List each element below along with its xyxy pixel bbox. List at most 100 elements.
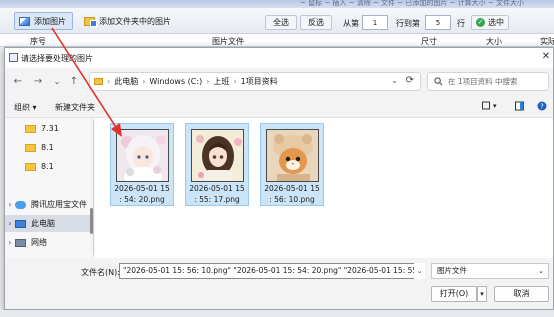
file-name: 2026-05-01 15 : 56: 10.png (264, 184, 320, 204)
breadcrumb-separator: › (142, 77, 146, 86)
expand-chevron-icon[interactable]: › (5, 219, 15, 228)
folder-icon (25, 124, 36, 133)
up-arrow-icon[interactable]: ↑ (67, 75, 81, 89)
navigation-pane: 7.31 8.1 8.1 › 腾讯应用宝文件 › 此电脑 › 网络 (5, 118, 90, 258)
folder-image-icon (84, 16, 97, 27)
column-size: 大小 (486, 37, 502, 46)
tree-item-network[interactable]: › 网络 (5, 234, 90, 251)
folder-icon (25, 143, 36, 152)
address-dropdown-chevron-icon[interactable]: ⌄ (391, 76, 398, 85)
file-item[interactable]: 2026-05-01 15 : 55: 17.png (185, 123, 249, 206)
expand-chevron-icon[interactable]: › (5, 200, 15, 209)
to-row-input[interactable]: 5 (425, 15, 451, 30)
search-placeholder: 在 1项目资料 中搜索 (448, 77, 518, 86)
search-box[interactable]: 在 1项目资料 中搜索 (427, 72, 549, 91)
add-image-button[interactable]: 添加图片 (14, 12, 73, 30)
back-arrow-icon[interactable]: ← (11, 75, 25, 89)
file-item[interactable]: 2026-05-01 15 : 54: 20.png (110, 123, 174, 206)
address-bar[interactable]: › 此电脑 › Windows (C:) › 上班 › 1项目资料 ⌄ ⟳ (89, 72, 421, 91)
open-file-dialog: 请选择要处理的图片 ✕ ← → ⌄ ↑ › 此电脑 › Windows (C:)… (4, 47, 554, 310)
search-icon (434, 77, 443, 86)
view-options-chevron-icon[interactable]: ▾ (493, 102, 497, 110)
top-strip: ~ 鼠标 ~ 插入 ~ 清除 ~ 文件 ~ 已添加的图片 ~ 计算大小 ~ 文件… (0, 0, 554, 8)
open-options-dropdown-icon[interactable]: ▾ (477, 286, 487, 302)
tree-item-folder[interactable]: 8.1 (5, 139, 90, 156)
to-row-label: 行到第 (396, 19, 420, 28)
folder-icon (25, 162, 36, 171)
open-button[interactable]: 打开(O) (431, 286, 477, 302)
tree-item-label: 8.1 (41, 162, 54, 171)
file-thumbnail (116, 129, 169, 182)
preview-pane-icon[interactable] (515, 101, 525, 111)
view-options-icon[interactable] (482, 101, 492, 111)
breadcrumb-separator: › (206, 77, 210, 86)
svg-text:?: ? (540, 103, 544, 111)
tree-item-tencent-app-files[interactable]: › 腾讯应用宝文件 (5, 196, 90, 213)
navigation-bar: ← → ⌄ ↑ › 此电脑 › Windows (C:) › 上班 › 1项目资… (5, 68, 553, 96)
help-icon[interactable]: ? (537, 101, 547, 111)
file-name: 2026-05-01 15 : 54: 20.png (114, 184, 170, 204)
column-actual: 实际 (540, 37, 554, 46)
tree-item-label: 8.1 (41, 143, 54, 152)
close-button[interactable]: ✕ (539, 50, 553, 64)
tree-item-label: 腾讯应用宝文件 (31, 200, 87, 209)
file-thumbnail (191, 129, 244, 182)
column-dimensions: 尺寸 (421, 37, 437, 46)
top-strip-text: ~ 鼠标 ~ 插入 ~ 清除 ~ 文件 ~ 已添加的图片 ~ 计算大小 ~ 文件… (300, 0, 524, 7)
organize-button[interactable]: 组织 ▾ (14, 102, 37, 113)
dialog-title: 请选择要处理的图片 (21, 54, 93, 63)
image-icon (19, 16, 30, 26)
tree-item-label: 网络 (31, 238, 47, 247)
column-index: 序号 (30, 37, 46, 46)
cloud-icon (15, 200, 26, 209)
dialog-app-icon (9, 53, 18, 62)
from-row-label: 从第 (343, 19, 359, 28)
expand-chevron-icon[interactable]: › (5, 238, 15, 247)
tree-item-label: 7.31 (41, 124, 59, 133)
add-image-label: 添加图片 (34, 16, 66, 26)
add-folder-images-label: 添加文件夹中的图片 (99, 16, 171, 26)
breadcrumb-drive-c[interactable]: Windows (C:) (149, 77, 202, 86)
breadcrumb-separator: › (107, 77, 111, 86)
invert-selection-button[interactable]: 反选 (300, 15, 332, 30)
chevron-down-icon: ⌄ (538, 267, 544, 275)
refresh-icon[interactable]: ⟳ (406, 75, 414, 86)
select-rows-label: 选中 (488, 18, 504, 27)
recent-locations-chevron-icon[interactable]: ⌄ (50, 75, 64, 89)
row-unit-label: 行 (457, 19, 465, 28)
file-item[interactable]: 2026-05-01 15 : 56: 10.png (260, 123, 324, 206)
check-icon: ✓ (476, 18, 485, 27)
filename-label: 文件名(N): (81, 268, 120, 277)
breadcrumb-separator: › (233, 77, 237, 86)
add-folder-images-button[interactable]: 添加文件夹中的图片 (80, 12, 177, 30)
new-folder-button[interactable]: 新建文件夹 (55, 102, 95, 113)
filename-dropdown-chevron-icon[interactable]: ⌄ (414, 263, 425, 279)
cancel-button[interactable]: 取消 (494, 286, 549, 302)
app-toolbar: 添加图片 添加文件夹中的图片 全选 反选 从第 1 行到第 5 行 ✓ 选中 (0, 8, 554, 34)
tree-item-folder[interactable]: 7.31 (5, 120, 90, 137)
pane-splitter[interactable] (93, 120, 94, 255)
select-all-button[interactable]: 全选 (265, 15, 297, 30)
file-type-select[interactable]: 图片文件 ⌄ (431, 263, 549, 279)
file-name: 2026-05-01 15 : 55: 17.png (189, 184, 245, 204)
network-icon (15, 238, 26, 247)
command-bar: 组织 ▾ 新建文件夹 ▾ ? (5, 96, 553, 118)
file-thumbnail (266, 129, 319, 182)
breadcrumb-work[interactable]: 上班 (213, 76, 229, 87)
background-app-bottom (0, 310, 554, 317)
filename-input[interactable]: "2026-05-01 15: 56: 10.png" "2026-05-01 … (119, 263, 425, 279)
computer-icon (15, 219, 26, 228)
file-type-value: 图片文件 (437, 266, 467, 275)
tree-item-this-pc[interactable]: › 此电脑 (5, 215, 90, 232)
from-row-input[interactable]: 1 (362, 15, 388, 30)
dialog-titlebar: 请选择要处理的图片 ✕ (5, 48, 553, 68)
select-rows-button[interactable]: ✓ 选中 (471, 15, 509, 30)
breadcrumb-this-pc[interactable]: 此电脑 (114, 76, 138, 87)
file-list: 2026-05-01 15 : 54: 20.png 2026-05-01 15… (95, 118, 553, 258)
folder-icon (94, 78, 103, 85)
column-image-file: 图片文件 (212, 37, 244, 46)
tree-item-folder[interactable]: 8.1 (5, 158, 90, 175)
image-table-header: 序号 图片文件 尺寸 大小 实际 (0, 34, 554, 47)
breadcrumb-project-files[interactable]: 1项目资料 (241, 76, 278, 87)
forward-arrow-icon[interactable]: → (31, 75, 45, 89)
